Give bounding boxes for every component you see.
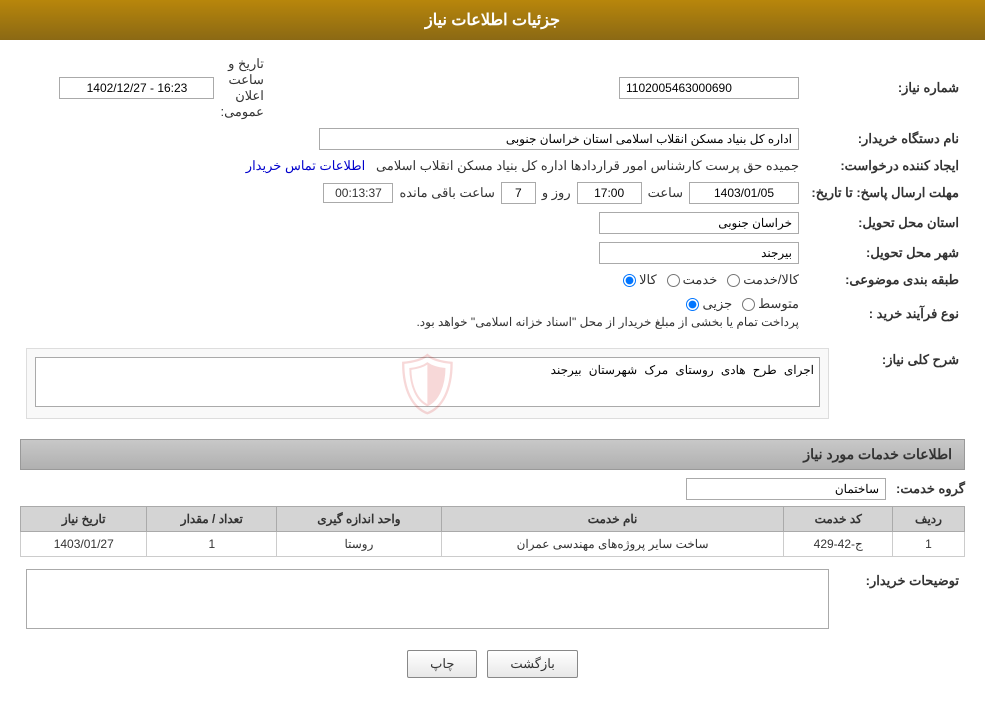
proc-motevaset-item: متوسط bbox=[742, 296, 799, 312]
proc-type-label: نوع فرآیند خرید : bbox=[805, 292, 965, 336]
proc-motevaset-label: متوسط bbox=[758, 296, 799, 312]
services-section-header: اطلاعات خدمات مورد نیاز bbox=[20, 439, 965, 470]
category-khedmat-radio[interactable] bbox=[667, 274, 680, 287]
description-watermark-area: 🛡 bbox=[26, 348, 829, 419]
proc-motevaset-radio[interactable] bbox=[742, 298, 755, 311]
category-kala-khedmat-item: کالا/خدمت bbox=[727, 272, 799, 288]
deadline-remaining-label: ساعت باقی مانده bbox=[399, 185, 494, 201]
category-khedmat-item: خدمت bbox=[667, 272, 718, 288]
description-label: شرح کلی نیاز: bbox=[835, 344, 965, 429]
description-row: شرح کلی نیاز: 🛡 bbox=[20, 344, 965, 429]
creator-label: ایجاد کننده درخواست: bbox=[805, 154, 965, 178]
deadline-date-input[interactable] bbox=[689, 182, 799, 204]
province-input[interactable] bbox=[599, 212, 799, 234]
proc-jozee-radio[interactable] bbox=[686, 298, 699, 311]
buyer-notes-row: توضیحات خریدار: bbox=[20, 565, 965, 636]
deadline-remaining-value: 00:13:37 bbox=[323, 183, 393, 203]
category-kala-item: کالا bbox=[623, 272, 657, 288]
page-header: جزئیات اطلاعات نیاز bbox=[0, 0, 985, 40]
creator-row: ایجاد کننده درخواست: جمیده حق پرست کارشن… bbox=[20, 154, 965, 178]
services-table-body: 1ج-42-429ساخت سایر پروژه‌های مهندسی عمرا… bbox=[21, 532, 965, 557]
back-button[interactable]: بازگشت bbox=[487, 650, 577, 678]
proc-jozee-item: جزیی bbox=[686, 296, 732, 312]
deadline-days-input[interactable] bbox=[501, 182, 536, 204]
need-number-value bbox=[270, 52, 805, 124]
table-row: 1ج-42-429ساخت سایر پروژه‌های مهندسی عمرا… bbox=[21, 532, 965, 557]
buttons-row: بازگشت چاپ bbox=[20, 650, 965, 678]
category-label: طبقه بندی موضوعی: bbox=[805, 268, 965, 292]
buyer-notes-table: توضیحات خریدار: bbox=[20, 565, 965, 636]
info-table: شماره نیاز: تاریخ و ساعت اعلان عمومی: نا… bbox=[20, 52, 965, 336]
category-kala-khedmat-label: کالا/خدمت bbox=[743, 272, 799, 288]
need-number-label: شماره نیاز: bbox=[805, 52, 965, 124]
need-number-row: شماره نیاز: تاریخ و ساعت اعلان عمومی: bbox=[20, 52, 965, 124]
buyer-notes-textarea[interactable] bbox=[26, 569, 829, 629]
service-group-label: گروه خدمت: bbox=[896, 481, 965, 497]
city-label: شهر محل تحویل: bbox=[805, 238, 965, 268]
page-title: جزئیات اطلاعات نیاز bbox=[425, 12, 560, 29]
col-code: کد خدمت bbox=[784, 507, 893, 532]
deadline-days-label: روز و bbox=[542, 185, 571, 201]
col-date: تاریخ نیاز bbox=[21, 507, 147, 532]
services-table: ردیف کد خدمت نام خدمت واحد اندازه گیری ت… bbox=[20, 506, 965, 557]
col-count: تعداد / مقدار bbox=[147, 507, 277, 532]
proc-type-radio-group: متوسط جزیی bbox=[26, 296, 799, 312]
announce-label: تاریخ و ساعت اعلان عمومی: bbox=[220, 56, 263, 120]
print-button[interactable]: چاپ bbox=[407, 650, 477, 678]
org-input[interactable] bbox=[319, 128, 799, 150]
page-container: جزئیات اطلاعات نیاز شماره نیاز: تاریخ و … bbox=[0, 0, 985, 704]
deadline-label: مهلت ارسال پاسخ: تا تاریخ: bbox=[805, 178, 965, 208]
services-table-head: ردیف کد خدمت نام خدمت واحد اندازه گیری ت… bbox=[21, 507, 965, 532]
deadline-time-label: ساعت bbox=[648, 185, 683, 201]
col-row: ردیف bbox=[892, 507, 964, 532]
org-row: نام دستگاه خریدار: bbox=[20, 124, 965, 154]
service-group-row: گروه خدمت: bbox=[20, 478, 965, 500]
col-unit: واحد اندازه گیری bbox=[277, 507, 441, 532]
service-group-input[interactable] bbox=[686, 478, 886, 500]
category-kala-radio[interactable] bbox=[623, 274, 636, 287]
content-area: شماره نیاز: تاریخ و ساعت اعلان عمومی: نا… bbox=[0, 40, 985, 704]
category-row: طبقه بندی موضوعی: کالا/خدمت خدمت کالا bbox=[20, 268, 965, 292]
city-row: شهر محل تحویل: bbox=[20, 238, 965, 268]
category-khedmat-label: خدمت bbox=[683, 272, 718, 288]
category-kala-khedmat-radio[interactable] bbox=[727, 274, 740, 287]
category-kala-label: کالا bbox=[639, 272, 657, 288]
buyer-notes-label: توضیحات خریدار: bbox=[835, 565, 965, 636]
proc-note: پرداخت تمام یا بخشی از مبلغ خریدار از مح… bbox=[26, 312, 799, 332]
col-name: نام خدمت bbox=[441, 507, 784, 532]
need-number-input[interactable] bbox=[619, 77, 799, 99]
proc-jozee-label: جزیی bbox=[702, 296, 732, 312]
contact-link[interactable]: اطلاعات تماس خریدار bbox=[246, 158, 365, 173]
org-label: نام دستگاه خریدار: bbox=[805, 124, 965, 154]
announce-input[interactable] bbox=[59, 77, 214, 99]
deadline-row: مهلت ارسال پاسخ: تا تاریخ: ساعت روز و سا… bbox=[20, 178, 965, 208]
province-row: استان محل تحویل: bbox=[20, 208, 965, 238]
services-table-header-row: ردیف کد خدمت نام خدمت واحد اندازه گیری ت… bbox=[21, 507, 965, 532]
creator-value: جمیده حق پرست کارشناس امور قراردادها ادا… bbox=[376, 158, 799, 173]
description-table: شرح کلی نیاز: 🛡 bbox=[20, 344, 965, 429]
category-radio-group: کالا/خدمت خدمت کالا bbox=[26, 272, 799, 288]
city-input[interactable] bbox=[599, 242, 799, 264]
proc-type-row: نوع فرآیند خرید : متوسط جزیی پرداخت تمام… bbox=[20, 292, 965, 336]
province-label: استان محل تحویل: bbox=[805, 208, 965, 238]
deadline-time-input[interactable] bbox=[577, 182, 642, 204]
description-textarea[interactable] bbox=[35, 357, 820, 407]
